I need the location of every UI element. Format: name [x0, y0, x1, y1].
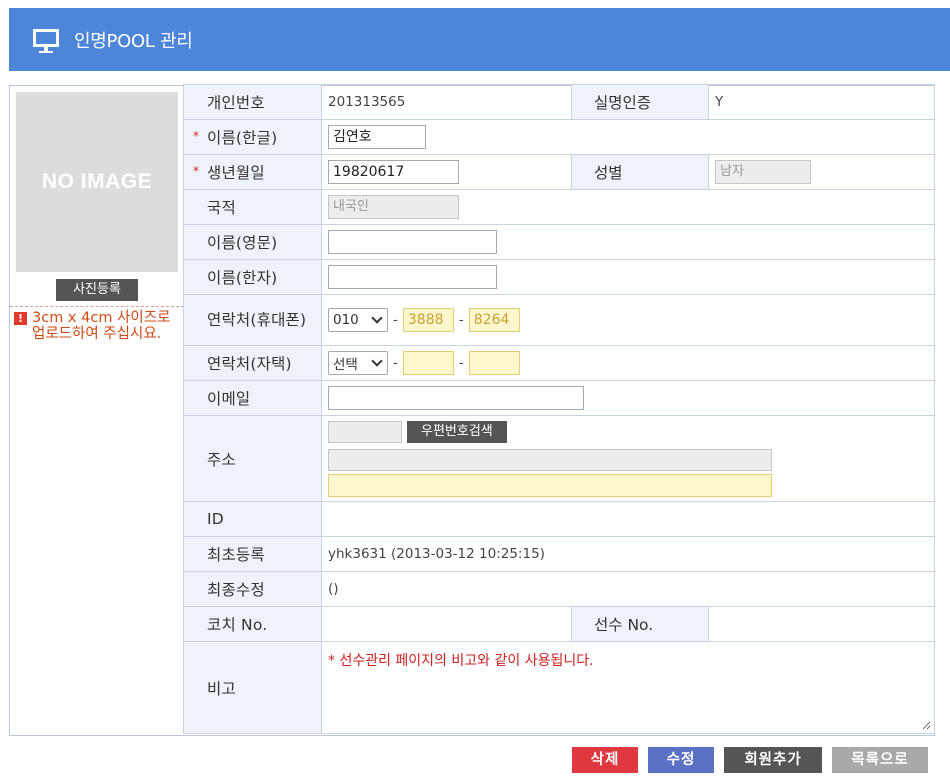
mobile-mid-input[interactable]: 3888	[402, 308, 454, 332]
zip-search-button[interactable]: 우편번호검색	[407, 420, 507, 443]
dash: -	[458, 312, 464, 328]
label-remark: 비고	[183, 641, 322, 734]
label-address: 주소	[183, 415, 322, 502]
label-name-kr: 이름(한글)	[183, 119, 322, 155]
photo-note-text: 3cm x 4cm 사이즈로 업로드하여 주십시요.	[32, 310, 171, 342]
zip-input[interactable]	[328, 420, 402, 443]
row-email: 이메일	[183, 380, 935, 416]
address-line1-input	[328, 448, 772, 471]
mobile-prefix-value: 010	[333, 312, 359, 328]
list-button[interactable]: 목록으로	[832, 747, 928, 773]
warning-icon: !	[14, 312, 27, 325]
home-prefix-select[interactable]: 선택	[328, 351, 388, 375]
remark-hint: * 선수관리 페이지의 비고와 같이 사용됩니다.	[328, 653, 594, 669]
name-en-input[interactable]	[328, 230, 497, 254]
email-input[interactable]	[328, 386, 584, 410]
resize-handle-icon[interactable]	[922, 721, 931, 730]
chevron-down-icon	[371, 355, 383, 367]
label-nationality: 국적	[183, 189, 322, 225]
no-image-text: NO IMAGE	[41, 170, 153, 193]
mobile-last-input[interactable]: 8264	[468, 308, 520, 332]
value-verified: Y	[708, 84, 935, 120]
label-home: 연락처(자택)	[183, 345, 322, 381]
row-home: 연락처(자택) 선택 - -	[183, 345, 935, 381]
value-personal-no: 201313565	[321, 84, 572, 120]
label-modified: 최종수정	[183, 571, 322, 607]
gender-input: 남자	[715, 160, 811, 184]
label-mobile: 연락처(휴대폰)	[183, 294, 322, 346]
row-numbers: 코치 No. 선수 No.	[183, 606, 935, 642]
photo-upload-button[interactable]: 사진등록	[56, 279, 138, 301]
label-coach-no: 코치 No.	[183, 606, 322, 642]
home-mid-input[interactable]	[402, 351, 454, 375]
row-name-kr: 이름(한글) 김연호	[183, 119, 935, 155]
row-modified: 최종수정 ()	[183, 571, 935, 607]
member-form-table: 개인번호 201313565 실명인증 Y 이름(한글) 김연호 생년월일 19…	[183, 84, 935, 734]
row-nationality: 국적 내국인	[183, 189, 935, 225]
monitor-icon	[31, 25, 61, 55]
home-last-input[interactable]	[468, 351, 520, 375]
address-line2-input[interactable]	[328, 473, 772, 497]
delete-button[interactable]: 삭제	[572, 747, 638, 773]
row-name-en: 이름(영문)	[183, 224, 935, 260]
home-prefix-value: 선택	[333, 357, 358, 373]
label-name-hanja: 이름(한자)	[183, 259, 322, 295]
row-address: 주소 우편번호검색	[183, 415, 935, 502]
nationality-input: 내국인	[328, 195, 459, 219]
value-modified: ()	[321, 571, 935, 607]
row-created: 최초등록 yhk3631 (2013-03-12 10:25:15)	[183, 536, 935, 572]
row-mobile: 연락처(휴대폰) 010-3888-8264	[183, 294, 935, 346]
row-name-hanja: 이름(한자)	[183, 259, 935, 295]
name-hanja-input[interactable]	[328, 265, 497, 289]
label-gender: 성별	[571, 154, 709, 190]
label-created: 최초등록	[183, 536, 322, 572]
dash: -	[458, 355, 464, 371]
row-remark: 비고 * 선수관리 페이지의 비고와 같이 사용됩니다.	[183, 641, 935, 734]
photo-note: ! 3cm x 4cm 사이즈로 업로드하여 주십시요.	[14, 310, 182, 342]
value-coach-no	[321, 606, 572, 642]
chevron-down-icon	[371, 312, 383, 324]
page-header: 인명POOL 관리	[9, 8, 950, 71]
row-birth: 생년월일 19820617 성별 남자	[183, 154, 935, 190]
edit-button[interactable]: 수정	[648, 747, 714, 773]
mobile-prefix-select[interactable]: 010	[328, 308, 388, 332]
name-kr-input[interactable]: 김연호	[328, 125, 426, 149]
dash: -	[393, 355, 398, 371]
label-name-en: 이름(영문)	[183, 224, 322, 260]
label-birth: 생년월일	[183, 154, 322, 190]
label-player-no: 선수 No.	[571, 606, 709, 642]
label-id: ID	[183, 501, 322, 537]
value-created: yhk3631 (2013-03-12 10:25:15)	[321, 536, 935, 572]
value-id	[321, 501, 935, 537]
add-member-button[interactable]: 회원추가	[724, 747, 822, 773]
label-verified: 실명인증	[571, 84, 709, 120]
label-personal-no: 개인번호	[183, 84, 322, 120]
row-id: ID	[183, 501, 935, 537]
photo-divider	[10, 306, 184, 307]
remark-textarea[interactable]: * 선수관리 페이지의 비고와 같이 사용됩니다.	[321, 641, 935, 734]
label-email: 이메일	[183, 380, 322, 416]
dash: -	[393, 312, 398, 328]
row-personal-no: 개인번호 201313565 실명인증 Y	[183, 84, 935, 120]
page-title: 인명POOL 관리	[74, 30, 193, 52]
value-player-no	[708, 606, 935, 642]
birth-input[interactable]: 19820617	[328, 160, 459, 184]
photo-placeholder: NO IMAGE	[16, 92, 178, 272]
